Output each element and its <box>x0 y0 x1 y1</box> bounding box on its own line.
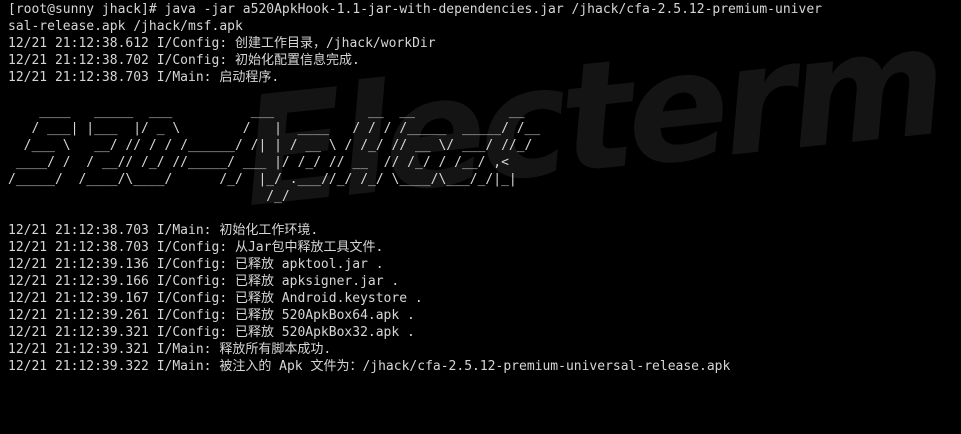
log-line: 12/21 21:12:39.136 I/Config: 已释放 apktool… <box>8 257 384 272</box>
log-line: 12/21 21:12:38.702 I/Config: 初始化配置信息完成. <box>8 53 360 68</box>
log-line: 12/21 21:12:39.321 I/Config: 已释放 520ApkB… <box>8 325 415 340</box>
command-line: [root@sunny jhack]# java -jar a520ApkHoo… <box>8 2 822 17</box>
log-line: 12/21 21:12:38.703 I/Main: 初始化工作环境. <box>8 223 319 238</box>
ascii-banner: ____ _____ ___ ___ __ __ __ / ___| |___ … <box>8 104 541 204</box>
log-line: 12/21 21:12:39.167 I/Config: 已释放 Android… <box>8 291 423 306</box>
terminal-window[interactable]: Electerm [root@sunny jhack]# java -jar a… <box>0 0 961 434</box>
command-line-wrap: sal-release.apk /jhack/msf.apk <box>8 19 243 34</box>
log-line: 12/21 21:12:39.166 I/Config: 已释放 apksign… <box>8 274 400 289</box>
log-line: 12/21 21:12:38.612 I/Config: 创建工作目录，/jha… <box>8 36 436 51</box>
log-line: 12/21 21:12:39.261 I/Config: 已释放 520ApkB… <box>8 308 415 323</box>
log-line: 12/21 21:12:39.321 I/Main: 释放所有脚本成功. <box>8 342 332 357</box>
log-line: 12/21 21:12:38.703 I/Config: 从Jar包中释放工具文… <box>8 240 384 255</box>
terminal-output: [root@sunny jhack]# java -jar a520ApkHoo… <box>8 1 961 375</box>
log-line: 12/21 21:12:39.322 I/Main: 被注入的 Apk 文件为：… <box>8 359 731 374</box>
log-line: 12/21 21:12:38.703 I/Main: 启动程序. <box>8 70 280 85</box>
